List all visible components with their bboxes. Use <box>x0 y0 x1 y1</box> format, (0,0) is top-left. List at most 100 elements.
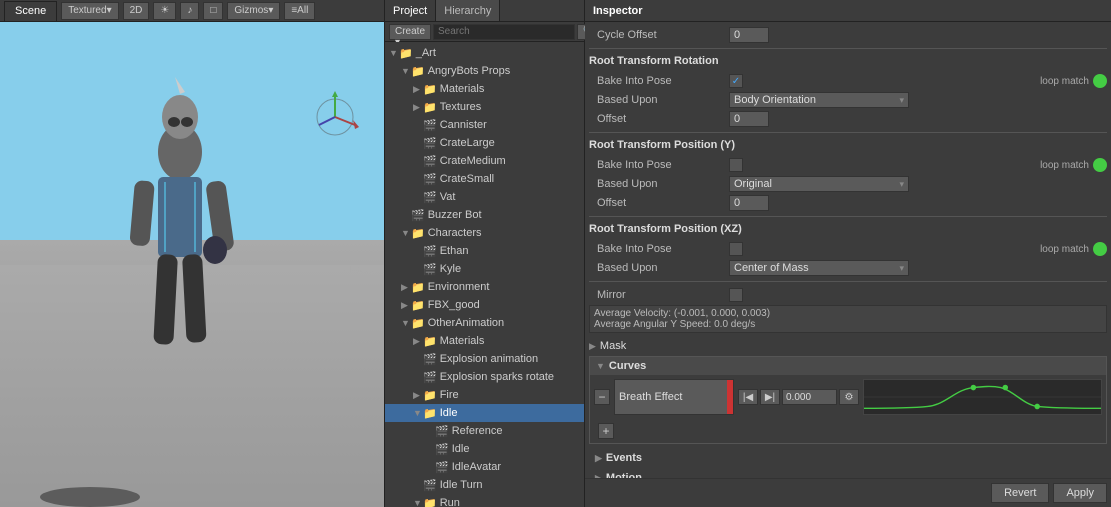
scene-toolbar: Scene Textured ▾ 2D ☀ ♪ □ Gizmos ▾ ≡All <box>0 0 384 22</box>
motion-section[interactable]: ▶ Motion <box>589 468 1107 478</box>
posXZ-loop-label: loop match <box>1040 244 1089 255</box>
rot-offset-label: Offset <box>589 113 729 125</box>
2d-toggle[interactable]: 2D <box>123 2 150 20</box>
tree-item-cannister[interactable]: 🎬 Cannister <box>385 116 584 134</box>
mask-label: Mask <box>600 340 626 352</box>
rot-bake-row: Bake Into Pose loop match <box>589 72 1107 90</box>
tree-item-idleturn[interactable]: 🎬 Idle Turn <box>385 476 584 494</box>
tree-item-cratelarge[interactable]: 🎬 CrateLarge <box>385 134 584 152</box>
tree-item-otheranimation[interactable]: ▼ 📁 OtherAnimation <box>385 314 584 332</box>
scene-tab[interactable]: Scene <box>4 1 57 21</box>
project-tree: ▼ 📁 _Art ▼ 📁 AngryBots Props ▶ 📁 Materia… <box>385 42 584 507</box>
apply-button[interactable]: Apply <box>1053 483 1107 503</box>
posY-basedupon-row: Based Upon Original ▾ <box>589 175 1107 193</box>
posXZ-basedupon-dropdown[interactable]: Center of Mass ▾ <box>729 260 909 276</box>
scene-gizmo[interactable] <box>305 87 365 147</box>
tree-item-reference1[interactable]: 🎬 Reference <box>385 422 584 440</box>
revert-button[interactable]: Revert <box>991 483 1049 503</box>
rot-offset-value[interactable]: 0 <box>729 111 769 127</box>
curve-controls: |◀ ▶| ⚙ <box>738 389 859 405</box>
curves-add-btn[interactable]: + <box>598 423 614 439</box>
panel-tabs: Project Hierarchy <box>385 0 584 22</box>
posXZ-basedupon-row: Based Upon Center of Mass ▾ <box>589 259 1107 277</box>
posY-offset-row: Offset 0 <box>589 194 1107 212</box>
curves-chevron: ▼ <box>596 361 605 371</box>
mirror-checkbox[interactable] <box>729 288 743 302</box>
tree-item-vat[interactable]: 🎬 Vat <box>385 188 584 206</box>
posY-offset-label: Offset <box>589 197 729 209</box>
tree-item-idle2[interactable]: 🎬 Idle <box>385 440 584 458</box>
tree-item-ethan[interactable]: 🎬 Ethan <box>385 242 584 260</box>
curve-settings-btn[interactable]: ⚙ <box>839 389 859 405</box>
posY-loop-indicator <box>1093 158 1107 172</box>
project-tab[interactable]: Project <box>385 0 436 21</box>
events-label: Events <box>606 452 642 464</box>
project-hierarchy-panel: Project Hierarchy Create ▾ 🔍 ↕ ▼ 📁 _Art <box>385 0 585 507</box>
posY-basedupon-label: Based Upon <box>589 178 729 190</box>
curve-svg <box>864 380 1101 414</box>
lights-btn[interactable]: ☀ <box>153 2 176 20</box>
tree-item-kyle[interactable]: 🎬 Kyle <box>385 260 584 278</box>
curve-transport: |◀ ▶| ⚙ <box>738 389 859 405</box>
posXZ-bake-checkbox[interactable] <box>729 242 743 256</box>
tree-item-idle[interactable]: ▼ 📁 Idle <box>385 404 584 422</box>
tree-item-angrybots[interactable]: ▼ 📁 AngryBots Props <box>385 62 584 80</box>
audio-btn[interactable]: ♪ <box>180 2 199 20</box>
tree-item-fbx[interactable]: ▶ 📁 FBX_good <box>385 296 584 314</box>
rot-bake-checkbox[interactable] <box>729 74 743 88</box>
project-toolbar: Create ▾ 🔍 ↕ <box>385 22 584 42</box>
tree-item-environment[interactable]: ▶ 📁 Environment <box>385 278 584 296</box>
posY-bake-checkbox[interactable] <box>729 158 743 172</box>
inspector-content: Cycle Offset 0 Root Transform Rotation B… <box>585 22 1111 478</box>
posY-bake-label: Bake Into Pose <box>589 159 729 171</box>
tree-item-textures[interactable]: ▶ 📁 Textures <box>385 98 584 116</box>
create-btn[interactable]: Create ▾ <box>389 24 431 40</box>
search-input[interactable] <box>433 24 575 40</box>
rot-bake-label: Bake Into Pose <box>589 75 729 87</box>
posXZ-loop-match: loop match <box>1040 242 1107 256</box>
prev-keyframe-btn[interactable]: |◀ <box>738 389 758 405</box>
curve-graph[interactable] <box>863 379 1102 415</box>
textured-dropdown[interactable]: Textured ▾ <box>61 2 118 20</box>
filter-dropdown[interactable]: ≡All <box>284 2 315 20</box>
camera-btn[interactable]: □ <box>203 2 223 20</box>
rot-basedupon-dropdown[interactable]: Body Orientation ▾ <box>729 92 909 108</box>
curves-header[interactable]: ▼ Curves <box>590 357 1106 375</box>
tree-item-explosion-sparks[interactable]: 🎬 Explosion sparks rotate <box>385 368 584 386</box>
avg-velocity-info: Average Velocity: (-0.001, 0.000, 0.003)… <box>589 305 1107 333</box>
tree-item-idleavatar[interactable]: 🎬 IdleAvatar <box>385 458 584 476</box>
cycle-offset-value[interactable]: 0 <box>729 27 769 43</box>
mask-row: ▶ Mask <box>589 337 1107 355</box>
rot-offset-row: Offset 0 <box>589 110 1107 128</box>
tree-item-run[interactable]: ▼ 📁 Run <box>385 494 584 507</box>
tree-item-art[interactable]: ▼ 📁 _Art <box>385 44 584 62</box>
tree-item-materials1[interactable]: ▶ 📁 Materials <box>385 80 584 98</box>
perspective-label: < Persp <box>341 265 376 276</box>
tree-item-cratemedium[interactable]: 🎬 CrateMedium <box>385 152 584 170</box>
gizmos-dropdown[interactable]: Gizmos ▾ <box>227 2 280 20</box>
scene-view[interactable]: < Persp <box>0 22 384 507</box>
tree-item-characters[interactable]: ▼ 📁 Characters <box>385 224 584 242</box>
curves-remove-btn[interactable]: − <box>594 389 610 405</box>
posY-offset-value[interactable]: 0 <box>729 195 769 211</box>
tree-item-materials2[interactable]: ▶ 📁 Materials <box>385 332 584 350</box>
posY-bake-row: Bake Into Pose loop match <box>589 156 1107 174</box>
posXZ-loop-indicator <box>1093 242 1107 256</box>
posY-basedupon-dropdown[interactable]: Original ▾ <box>729 176 909 192</box>
tree-item-buzzerbot[interactable]: 🎬 Buzzer Bot <box>385 206 584 224</box>
root-posY-title: Root Transform Position (Y) <box>589 137 1107 153</box>
root-rotation-title: Root Transform Rotation <box>589 53 1107 69</box>
character-figure <box>70 72 290 412</box>
tree-item-cratesmall[interactable]: 🎬 CrateSmall <box>385 170 584 188</box>
posY-loop-label: loop match <box>1040 160 1089 171</box>
curve-red-bar <box>727 380 733 414</box>
mask-chevron: ▶ <box>589 341 596 352</box>
next-keyframe-btn[interactable]: ▶| <box>760 389 780 405</box>
tree-item-fire[interactable]: ▶ 📁 Fire <box>385 386 584 404</box>
root-transform-positionY-section: Root Transform Position (Y) Bake Into Po… <box>589 137 1107 212</box>
curve-value-input[interactable] <box>782 389 837 405</box>
tree-item-explosion-anim[interactable]: 🎬 Explosion animation <box>385 350 584 368</box>
events-section[interactable]: ▶ Events <box>589 448 1107 468</box>
hierarchy-tab[interactable]: Hierarchy <box>436 0 500 21</box>
curves-section: ▼ Curves − Breath Effect |◀ ▶| ⚙ <box>589 356 1107 444</box>
